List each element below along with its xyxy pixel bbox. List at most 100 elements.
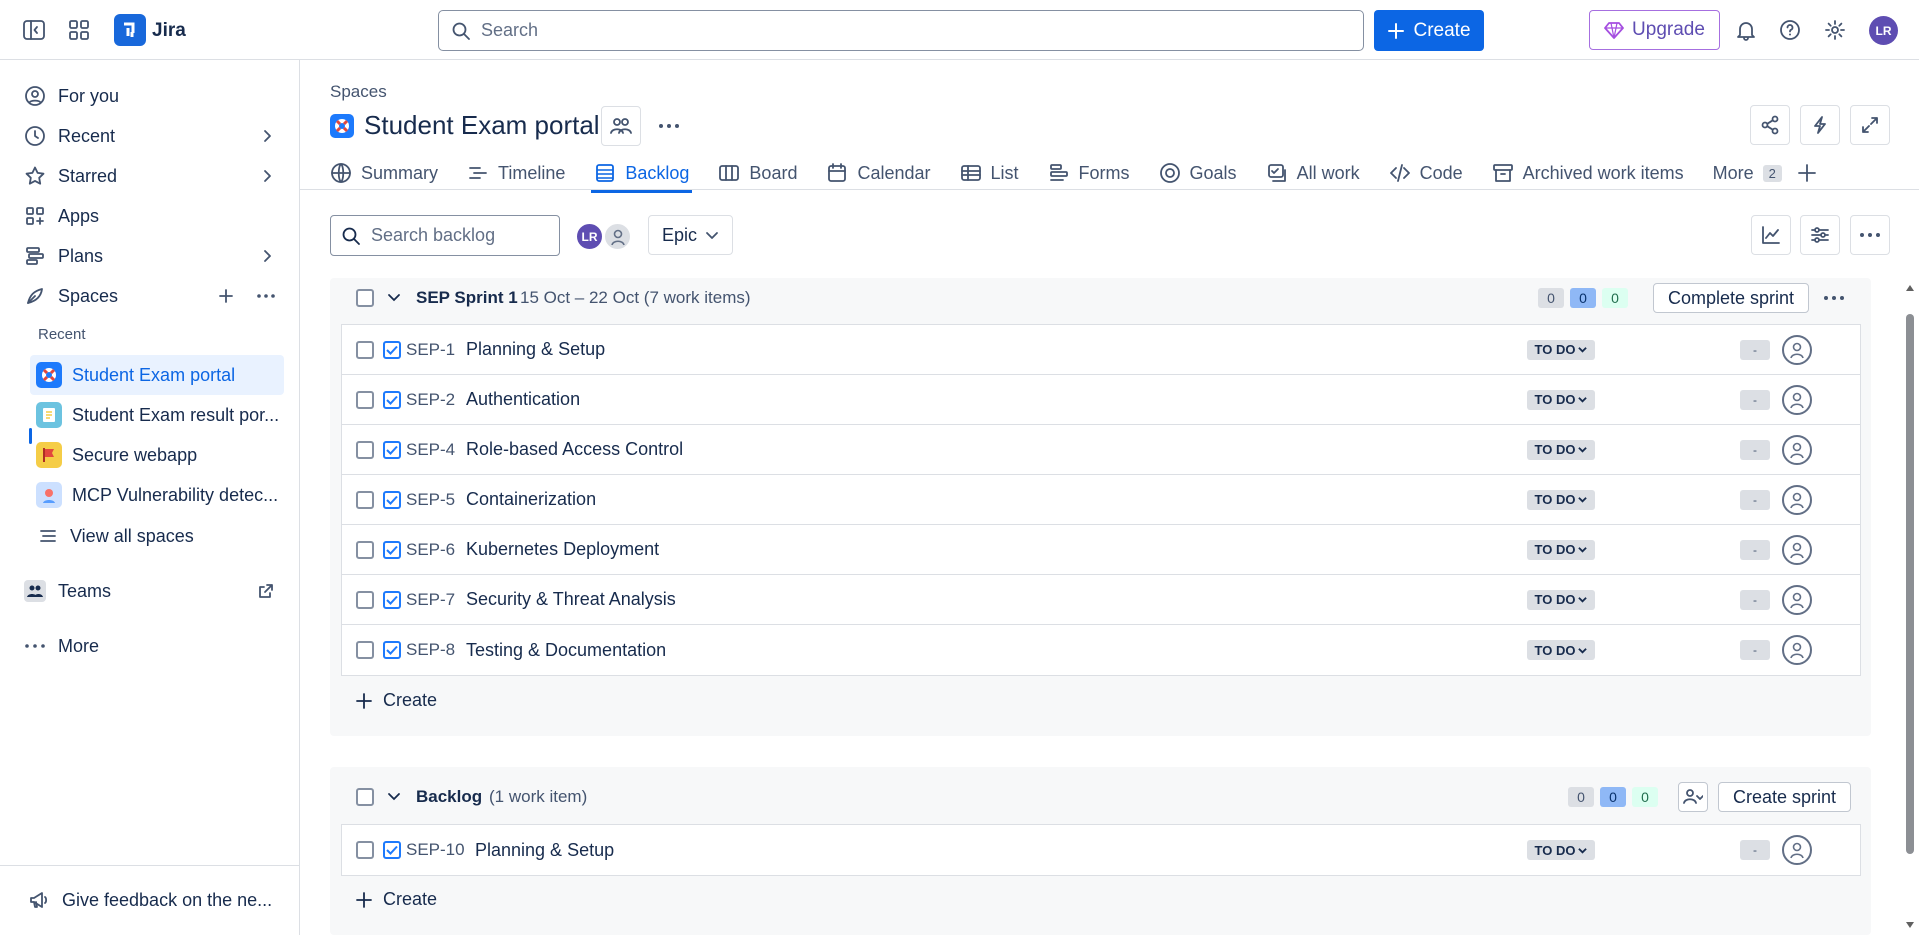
issue-summary[interactable]: Role-based Access Control xyxy=(466,439,683,460)
tab-list[interactable]: List xyxy=(960,155,1019,191)
more-dots-icon[interactable] xyxy=(256,293,276,299)
tab-more[interactable]: More 2 xyxy=(1713,155,1782,191)
row-checkbox[interactable] xyxy=(356,390,374,409)
filter-avatar-unassigned[interactable] xyxy=(603,222,632,251)
sprint-more-dots-icon[interactable] xyxy=(1823,295,1845,301)
backlog-more-button[interactable] xyxy=(1850,215,1890,255)
sidebar-item-more[interactable]: More xyxy=(24,628,284,664)
issue-summary[interactable]: Planning & Setup xyxy=(475,840,614,861)
backlog-search-input[interactable]: Search backlog xyxy=(330,215,560,256)
estimate-badge[interactable]: - xyxy=(1740,640,1770,660)
table-row[interactable]: SEP-10 Planning & Setup TO DO - xyxy=(342,825,1860,875)
assignee-avatar[interactable] xyxy=(1782,334,1812,365)
tab-all-work[interactable]: All work xyxy=(1266,155,1360,191)
sidebar-item-plans[interactable]: Plans xyxy=(24,238,284,274)
tab-board[interactable]: Board xyxy=(718,155,797,191)
automation-button[interactable] xyxy=(1800,105,1840,145)
backlog-select-checkbox[interactable] xyxy=(356,788,374,806)
backlog-create-button[interactable]: Create xyxy=(355,889,437,910)
group-people-button[interactable] xyxy=(1678,782,1708,812)
table-row[interactable]: SEP-4 Role-based Access Control TO DO - xyxy=(342,425,1860,475)
upgrade-button[interactable]: Upgrade xyxy=(1589,10,1720,50)
estimate-badge[interactable]: - xyxy=(1740,489,1770,510)
view-all-spaces-link[interactable]: View all spaces xyxy=(38,518,284,554)
issue-key[interactable]: SEP-4 xyxy=(406,440,455,460)
sprint-select-checkbox[interactable] xyxy=(356,289,374,307)
status-dropdown[interactable]: TO DO xyxy=(1527,840,1595,860)
assignee-avatar[interactable] xyxy=(1782,635,1812,665)
view-settings-button[interactable] xyxy=(1800,215,1840,255)
status-dropdown[interactable]: TO DO xyxy=(1527,539,1595,560)
sidebar-toggle-icon[interactable] xyxy=(20,18,48,42)
status-dropdown[interactable]: TO DO xyxy=(1527,389,1595,410)
space-item-student-exam-result[interactable]: Student Exam result por... xyxy=(30,395,284,435)
tab-timeline[interactable]: Timeline xyxy=(467,155,565,191)
issue-summary[interactable]: Kubernetes Deployment xyxy=(466,539,659,560)
sidebar-item-apps[interactable]: Apps xyxy=(24,198,284,234)
table-row[interactable]: SEP-6 Kubernetes Deployment TO DO - xyxy=(342,525,1860,575)
row-checkbox[interactable] xyxy=(356,540,374,559)
row-checkbox[interactable] xyxy=(356,340,374,359)
issue-key[interactable]: SEP-2 xyxy=(406,390,455,410)
settings-gear-icon[interactable] xyxy=(1822,17,1848,43)
insights-button[interactable] xyxy=(1751,215,1791,255)
issue-summary[interactable]: Authentication xyxy=(466,389,580,410)
table-row[interactable]: SEP-1 Planning & Setup TO DO - xyxy=(342,325,1860,375)
estimate-badge[interactable]: - xyxy=(1740,589,1770,610)
help-icon[interactable] xyxy=(1777,17,1803,43)
notifications-bell-icon[interactable] xyxy=(1733,17,1759,43)
create-button[interactable]: Create xyxy=(1374,10,1484,51)
tab-calendar[interactable]: Calendar xyxy=(826,155,931,191)
assignee-avatar[interactable] xyxy=(1782,484,1812,515)
issue-key[interactable]: SEP-6 xyxy=(406,540,455,560)
sidebar-item-recent[interactable]: Recent xyxy=(24,118,284,154)
app-switcher-icon[interactable] xyxy=(66,17,92,43)
issue-summary[interactable]: Testing & Documentation xyxy=(466,640,666,661)
tab-backlog[interactable]: Backlog xyxy=(591,155,693,193)
tab-summary[interactable]: Summary xyxy=(330,155,438,191)
issue-key[interactable]: SEP-1 xyxy=(406,340,455,360)
space-item-student-exam-portal[interactable]: Student Exam portal xyxy=(30,355,284,395)
give-feedback-link[interactable]: Give feedback on the ne... xyxy=(28,882,288,918)
global-search-input[interactable]: Search xyxy=(438,10,1364,51)
assignee-avatar[interactable] xyxy=(1782,835,1812,865)
filter-avatar-lr[interactable]: LR xyxy=(575,222,604,251)
app-name[interactable]: Jira xyxy=(152,18,186,44)
issue-summary[interactable]: Planning & Setup xyxy=(466,339,605,360)
issue-key[interactable]: SEP-7 xyxy=(406,590,455,610)
estimate-badge[interactable]: - xyxy=(1740,840,1770,860)
sidebar-item-teams[interactable]: Teams xyxy=(24,573,284,609)
sidebar-item-for-you[interactable]: For you xyxy=(24,78,284,114)
fullscreen-button[interactable] xyxy=(1850,105,1890,145)
table-row[interactable]: SEP-5 Containerization TO DO - xyxy=(342,475,1860,525)
status-dropdown[interactable]: TO DO xyxy=(1527,339,1595,360)
sidebar-item-starred[interactable]: Starred xyxy=(24,158,284,194)
row-checkbox[interactable] xyxy=(356,590,374,609)
jira-logo-icon[interactable] xyxy=(114,14,146,46)
status-dropdown[interactable]: TO DO xyxy=(1527,439,1595,460)
tab-archived-work-items[interactable]: Archived work items xyxy=(1492,155,1684,191)
row-checkbox[interactable] xyxy=(356,490,374,509)
table-row[interactable]: SEP-7 Security & Threat Analysis TO DO - xyxy=(342,575,1860,625)
chevron-down-icon[interactable] xyxy=(387,790,401,804)
issue-key[interactable]: SEP-8 xyxy=(406,640,455,660)
epic-filter-dropdown[interactable]: Epic xyxy=(648,215,733,255)
scrollbar-thumb[interactable] xyxy=(1906,314,1914,854)
estimate-badge[interactable]: - xyxy=(1740,389,1770,410)
estimate-badge[interactable]: - xyxy=(1740,439,1770,460)
issue-summary[interactable]: Containerization xyxy=(466,489,596,510)
tab-goals[interactable]: Goals xyxy=(1159,155,1237,191)
table-row[interactable]: SEP-2 Authentication TO DO - xyxy=(342,375,1860,425)
row-checkbox[interactable] xyxy=(356,641,374,659)
status-dropdown[interactable]: TO DO xyxy=(1527,589,1595,610)
tab-code[interactable]: Code xyxy=(1389,155,1463,191)
chevron-down-icon[interactable] xyxy=(387,291,401,305)
user-avatar[interactable]: LR xyxy=(1869,16,1898,45)
sidebar-item-spaces[interactable]: Spaces xyxy=(24,278,284,314)
share-button[interactable] xyxy=(1750,105,1790,145)
add-space-plus-icon[interactable] xyxy=(218,288,234,304)
row-checkbox[interactable] xyxy=(356,440,374,459)
estimate-badge[interactable]: - xyxy=(1740,539,1770,560)
table-row[interactable]: SEP-8 Testing & Documentation TO DO - xyxy=(342,625,1860,675)
estimate-badge[interactable]: - xyxy=(1740,339,1770,360)
